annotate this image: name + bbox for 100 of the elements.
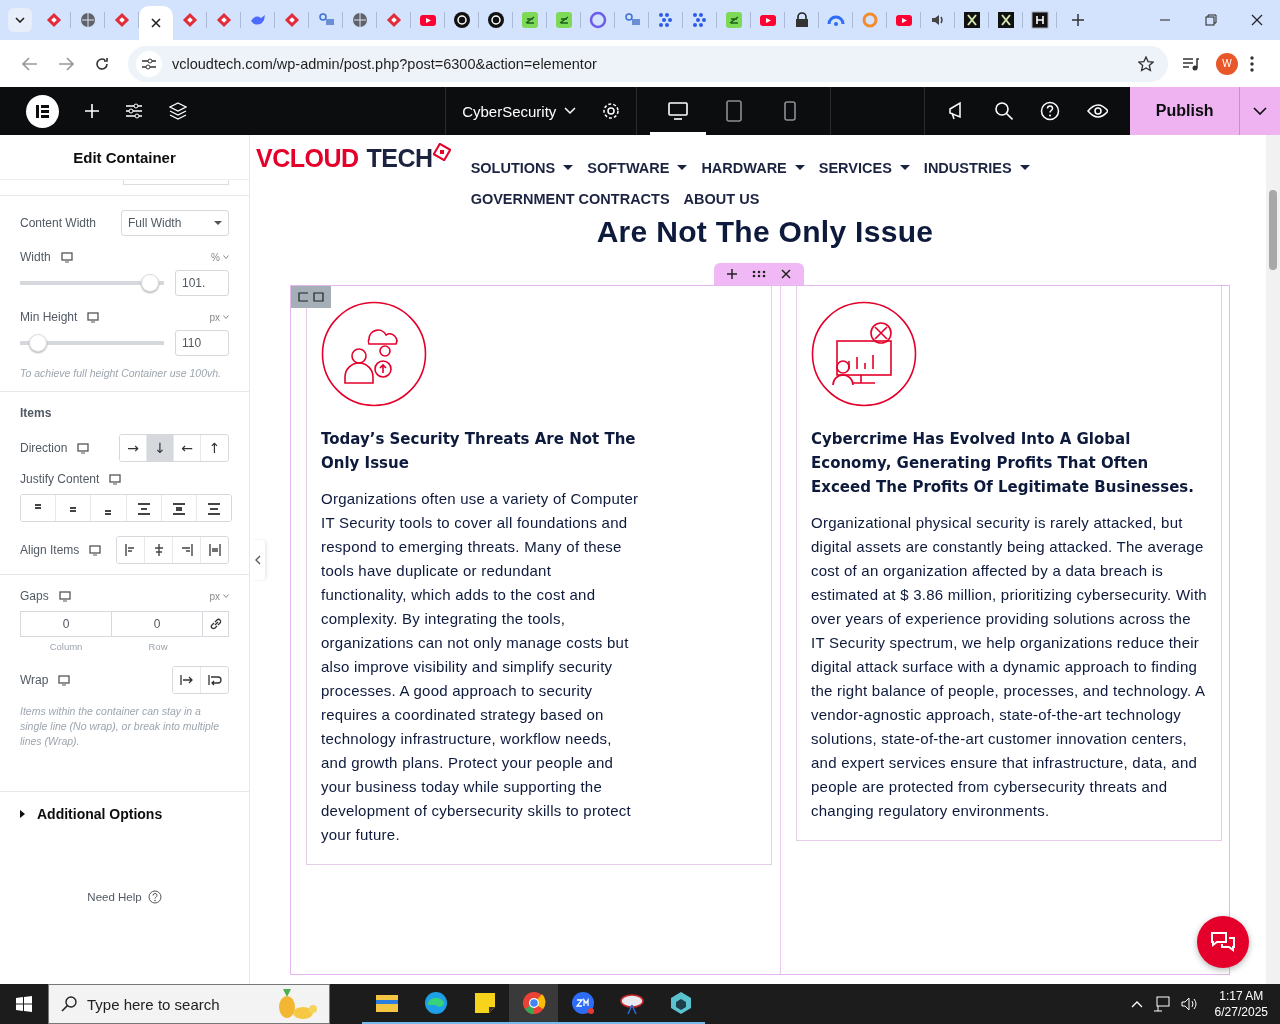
cube-icon[interactable] xyxy=(668,991,693,1015)
unit-dropdown[interactable]: px xyxy=(209,590,229,602)
wrap-icon[interactable] xyxy=(207,674,222,686)
chevron-left-icon xyxy=(254,555,261,565)
taskbar-search-field[interactable]: Type here to search xyxy=(48,984,330,1024)
leaf-icon xyxy=(555,11,573,29)
site-settings-icon[interactable] xyxy=(141,56,157,71)
ring-icon xyxy=(861,11,879,29)
search-icon[interactable] xyxy=(993,101,1014,121)
forward-icon[interactable] xyxy=(58,56,74,71)
show-hidden-icons[interactable] xyxy=(1130,1000,1143,1008)
column-gap-field[interactable]: 0 xyxy=(20,611,112,637)
container-handle[interactable] xyxy=(714,263,804,285)
elementor-logo[interactable] xyxy=(26,94,59,128)
nav-link[interactable]: SOLUTIONS xyxy=(470,153,574,182)
chat-button[interactable] xyxy=(1197,916,1249,968)
add-icon[interactable] xyxy=(727,269,738,279)
justify-icon[interactable] xyxy=(206,501,221,515)
chrome-icon[interactable] xyxy=(521,991,546,1015)
back-icon[interactable] xyxy=(22,56,38,71)
windows-logo-icon xyxy=(16,996,32,1012)
leaf-icon xyxy=(521,11,539,29)
row-gap-field[interactable]: 0 xyxy=(111,611,203,637)
tablet-icon[interactable] xyxy=(725,100,742,122)
hint-text: To achieve full height Container use 100vh. xyxy=(20,366,222,381)
direction-button[interactable]: → xyxy=(120,435,147,461)
folder-icon[interactable] xyxy=(374,992,399,1014)
help-link[interactable]: Need Help xyxy=(87,891,142,903)
taskbar-app[interactable] xyxy=(509,984,558,1024)
media-queue-icon[interactable] xyxy=(1182,55,1200,72)
chevron-down-icon xyxy=(15,17,25,23)
phone-icon[interactable] xyxy=(783,101,796,121)
direction-button[interactable]: ↓ xyxy=(147,435,174,461)
settings-icon[interactable] xyxy=(601,102,620,120)
nav-link[interactable]: INDUSTRIES xyxy=(923,153,1030,182)
layers-icon[interactable] xyxy=(169,102,187,120)
nav-link[interactable]: SERVICES xyxy=(818,153,910,182)
network-icon[interactable] xyxy=(1152,996,1171,1012)
new-tab-icon[interactable] xyxy=(1071,13,1085,27)
nav-link[interactable]: GOVERNMENT CONTRACTS xyxy=(470,184,670,213)
nav-link[interactable]: SOFTWARE xyxy=(587,153,688,182)
chevron-down-icon xyxy=(564,107,577,115)
nav-link[interactable]: ABOUT US xyxy=(683,184,760,213)
drag-handle-icon[interactable] xyxy=(752,270,766,278)
site-logo[interactable]: VCLOUD TECH xyxy=(256,143,451,213)
reload-icon[interactable] xyxy=(94,55,110,72)
taskbar-clock[interactable]: 1:17 AM 6/27/2025 xyxy=(1214,988,1268,1020)
video-call-icon[interactable] xyxy=(570,991,595,1015)
justify-icon[interactable] xyxy=(171,501,186,515)
field-label: Direction xyxy=(20,441,68,455)
nav-link[interactable]: HARDWARE xyxy=(701,153,805,182)
caret-icon xyxy=(223,315,229,319)
section-heading: Are Not The Only Issue xyxy=(595,215,935,250)
field-label: Wrap xyxy=(20,673,49,687)
caret-icon xyxy=(223,594,229,598)
justify-icon[interactable] xyxy=(136,501,151,515)
field-label: Content Width xyxy=(20,216,97,230)
tab-list-button[interactable] xyxy=(8,8,32,32)
cross-icon xyxy=(963,11,981,29)
volume-icon[interactable] xyxy=(1180,996,1199,1012)
no-wrap-icon[interactable] xyxy=(179,674,194,686)
desktop-icon[interactable] xyxy=(667,102,688,120)
preview-eye-icon[interactable] xyxy=(1086,103,1109,119)
field-label: Gaps xyxy=(20,589,49,603)
bookmark-star-icon[interactable] xyxy=(1138,55,1154,72)
close-icon[interactable] xyxy=(150,17,162,29)
more-icon[interactable] xyxy=(1250,55,1254,72)
close-icon[interactable] xyxy=(780,269,791,279)
align-icon[interactable] xyxy=(207,543,222,557)
additional-options-toggle[interactable]: Additional Options xyxy=(0,791,249,822)
field-caption: Row xyxy=(147,641,169,652)
field-label: Justify Content xyxy=(20,472,100,486)
number-field[interactable]: 110 xyxy=(175,330,229,356)
field-label: Width xyxy=(20,250,51,264)
columns-handle[interactable] xyxy=(291,286,331,308)
chat-icon xyxy=(1210,931,1236,953)
publish-button[interactable]: Publish xyxy=(1130,87,1241,135)
unit-dropdown[interactable]: % xyxy=(211,251,229,263)
settings-sliders-icon[interactable] xyxy=(125,103,143,119)
scrollbar[interactable] xyxy=(1266,135,1280,984)
dots-icon xyxy=(691,11,709,29)
url-text: vcloudtech.com/wp-admin/post.php?post=6300&action=elementor xyxy=(172,55,597,72)
satellite-dish-icon[interactable] xyxy=(618,991,645,1015)
content-width-dropdown[interactable]: Full Width xyxy=(121,210,229,236)
number-field[interactable]: 101. xyxy=(175,270,229,296)
sticky-note-icon[interactable] xyxy=(473,992,496,1014)
address-bar[interactable]: vcloudtech.com/wp-admin/post.php?post=6300&action=elementor xyxy=(128,45,1168,82)
card-text: Organizational physical security is rarely attacked, but digital assets are constantly being attacked. The average cost of an organization affected by a data breach is estimated at $ 3.86 million, prioritizing cybersecurity. With over years of experience providing solutions across the IT Security spectrum, we help organizations reduce their digital attack surface with a dynamic approach to finding the right balance of people, processes, and technology. A vendor-agnostic approach, state-of-the-art technology solutions, state-of-the-art customer innovation centers, and expert services ensure that infrastructure, data, and people are protected from cybersecurity threats and changing regulatory environments. xyxy=(811,513,1207,821)
field-label: Align Items xyxy=(20,543,80,557)
link-values-button[interactable] xyxy=(202,611,229,637)
letter-icon xyxy=(1031,11,1049,29)
page-name-dropdown[interactable]: CyberSecurity xyxy=(462,102,577,120)
profile-avatar[interactable]: W xyxy=(1216,52,1238,75)
close-icon[interactable] xyxy=(1251,14,1263,26)
restore-icon[interactable] xyxy=(1205,14,1217,26)
unit-dropdown[interactable]: px xyxy=(209,311,229,323)
browser-icon[interactable] xyxy=(423,991,448,1015)
globe-icon xyxy=(351,11,369,29)
align-icon[interactable] xyxy=(179,543,194,557)
search-input[interactable]: Type here to search xyxy=(87,995,247,1013)
